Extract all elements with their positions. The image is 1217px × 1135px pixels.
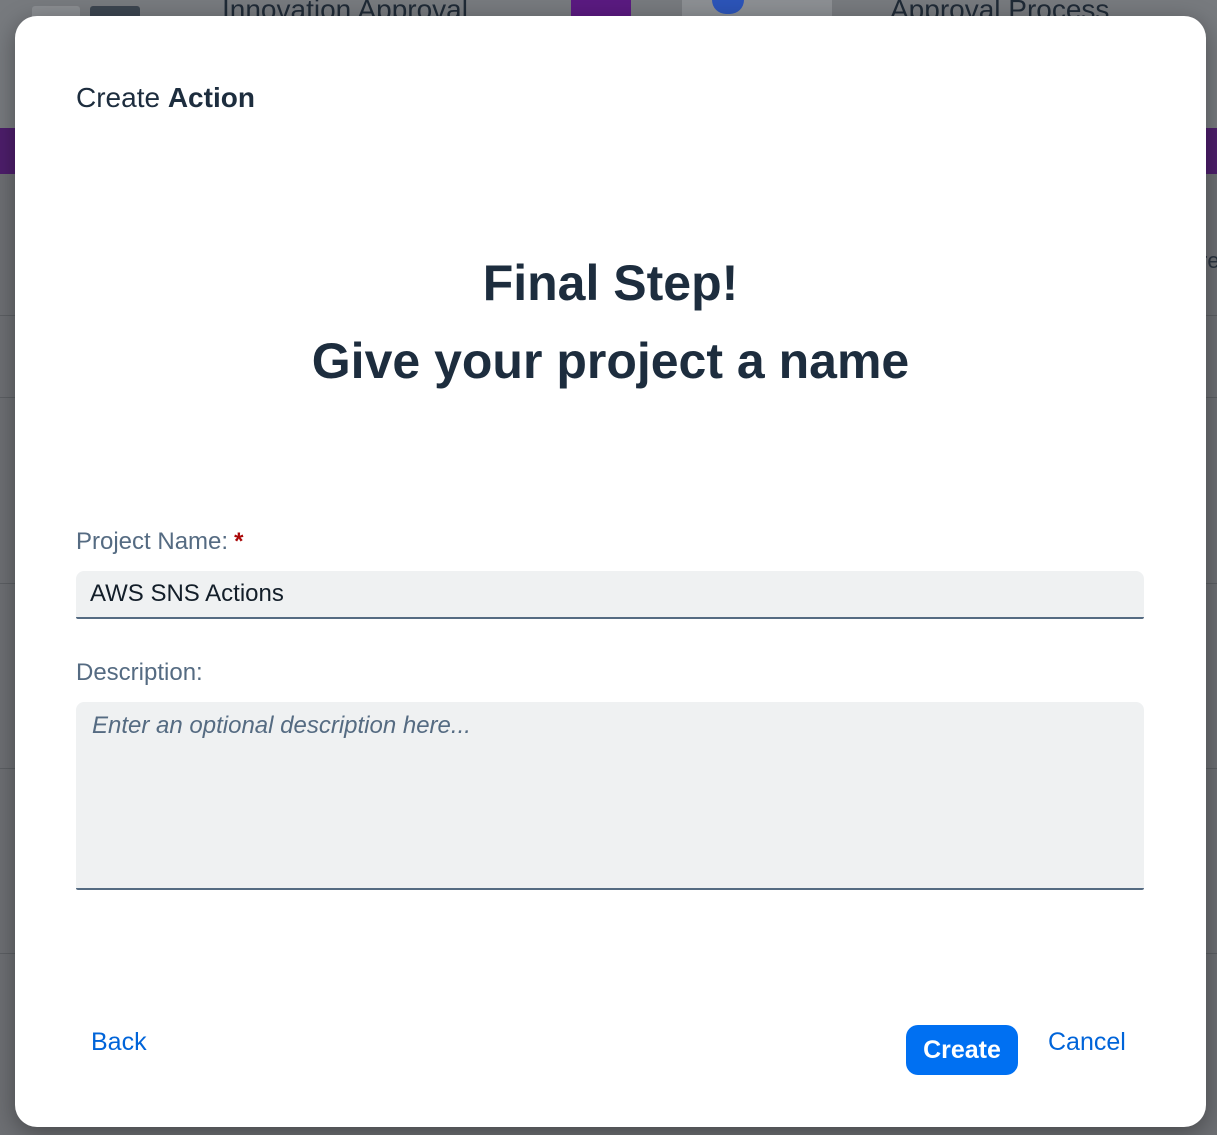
background-accent-block [571, 0, 631, 16]
description-textarea[interactable] [76, 702, 1144, 890]
name-project-heading: Give your project a name [311, 333, 910, 389]
create-action-dialog: Create Action Final Step! Give your proj… [15, 16, 1206, 1127]
back-button[interactable]: Back [91, 1028, 147, 1057]
project-name-label: Project Name: * [76, 528, 243, 556]
final-step-heading: Final Step! [482, 255, 739, 311]
dialog-title: Create Action [76, 82, 255, 114]
project-name-input[interactable] [76, 571, 1144, 619]
required-marker: * [234, 528, 244, 555]
background-tile [682, 0, 832, 16]
cancel-button[interactable]: Cancel [1048, 1028, 1126, 1057]
description-label: Description: [76, 659, 203, 686]
create-button[interactable]: Create [906, 1025, 1018, 1075]
dialog-title-prefix: Create [76, 82, 161, 113]
project-name-label-text: Project Name: [76, 528, 229, 555]
dialog-title-bold: Action [167, 82, 255, 113]
